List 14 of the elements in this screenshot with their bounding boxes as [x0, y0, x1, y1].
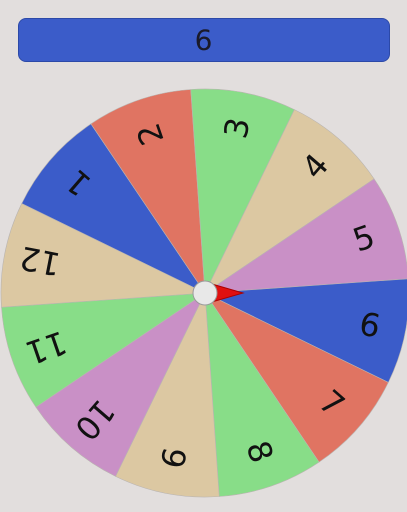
segment-label: 9: [152, 444, 194, 472]
pointer-icon: [192, 280, 245, 306]
segment-label: 12: [16, 238, 64, 284]
segment-label: 4: [294, 146, 336, 186]
segment-label: 5: [348, 217, 380, 260]
segment-label: 7: [312, 382, 352, 424]
segment-label: 10: [67, 392, 122, 448]
segment-label: 2: [129, 118, 172, 150]
segment-label: 1: [58, 162, 98, 204]
segment-label: 3: [216, 114, 258, 142]
segment-label: 11: [20, 323, 72, 372]
result-display: 6: [18, 18, 390, 62]
segment-label: 6: [356, 304, 384, 346]
segment-label: 8: [238, 436, 281, 468]
